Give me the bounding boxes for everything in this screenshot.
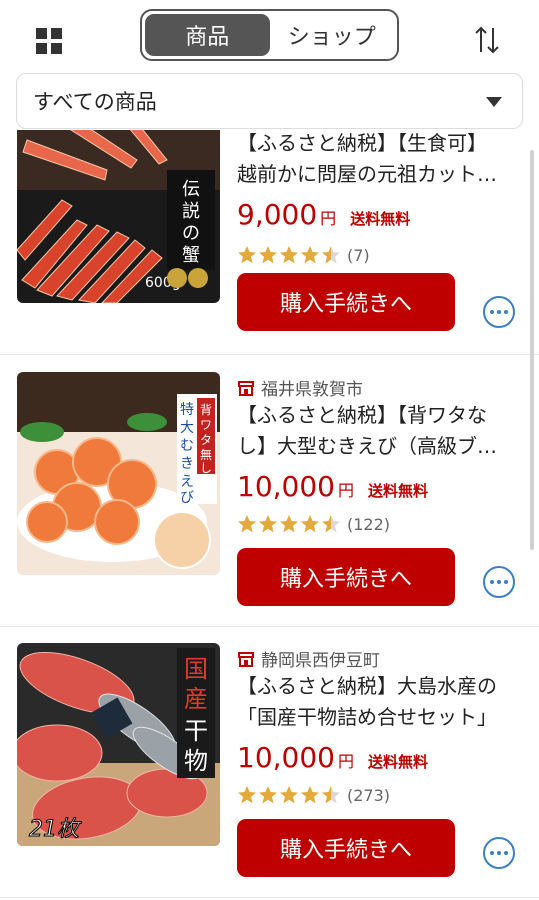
svg-text:蟹: 蟹 [182,245,200,266]
segment-control: 商品 ショップ [140,9,399,61]
product-title[interactable]: 【ふるさと納税】大島水産の 「国産干物詰め合せセット」 [237,671,521,733]
review-count[interactable]: (7) [347,246,370,265]
svg-text:ワ: ワ [200,418,212,432]
product-list: 伝 説 の 蟹 600g 【ふるさと納税】【生食可】 越前かに問屋の元祖カット…… [0,130,539,900]
checkout-button[interactable]: 購入手続きへ [237,819,455,877]
free-shipping-label: 送料無料 [350,210,411,228]
municipality-name: 福井県敦賀市 [261,380,363,400]
category-select[interactable]: すべての商品 [16,73,523,129]
rating-row: (122) [237,514,390,534]
checkout-button[interactable]: 購入手続きへ [237,273,455,331]
scrollbar[interactable] [530,150,534,550]
currency: 円 [337,481,354,500]
svg-text:大: 大 [180,420,194,436]
price: 10,000 [237,470,335,503]
list-item[interactable]: 背 ワ タ 無 し 特 大 む き え び 福井県敦賀市 【ふるさと納税】【背ワ [0,355,539,627]
tab-shops[interactable]: ショップ [270,14,395,56]
tab-products[interactable]: 商品 [145,14,270,56]
price-row: 10,000 円 送料無料 [237,470,428,503]
municipality-label[interactable]: 福井県敦賀市 [237,375,363,400]
price: 9,000 [237,198,318,231]
svg-text:し: し [200,461,212,475]
svg-text:干: 干 [184,717,208,745]
svg-text:説: 説 [182,201,200,222]
svg-text:の: の [182,223,200,244]
svg-text:特: 特 [180,402,194,418]
product-title[interactable]: 【ふるさと納税】【生食可】 越前かに問屋の元祖カット… [237,130,521,190]
category-select-value: すべての商品 [33,90,157,114]
product-image-shrimp[interactable]: 背 ワ タ 無 し 特 大 む き え び [17,372,220,575]
top-bar: 商品 ショップ [0,0,539,68]
rating-row: (273) [237,785,390,805]
chevron-down-icon [486,97,502,107]
star-rating [237,245,341,265]
free-shipping-label: 送料無料 [368,753,429,771]
svg-text:21枚: 21枚 [29,817,82,842]
rating-row: (7) [237,245,370,265]
star-rating [237,514,341,534]
sort-icon[interactable] [472,24,502,56]
free-shipping-label: 送料無料 [368,482,429,500]
svg-text:え: え [180,474,194,490]
svg-text:タ: タ [200,433,212,447]
product-title-line1: 【ふるさと納税】【生食可】 [237,131,487,155]
svg-text:び: び [180,490,194,506]
svg-text:産: 産 [184,685,208,713]
list-item[interactable]: 国 産 干 物 21枚 静岡県西伊豆町 【ふるさと納税】大島水産の 「国産干物詰… [0,626,539,898]
price: 10,000 [237,741,335,774]
svg-text:国: 国 [184,655,208,683]
product-image-dried-fish[interactable]: 国 産 干 物 21枚 [17,643,220,846]
svg-text:物: 物 [184,747,208,775]
grid-icon[interactable] [36,28,62,54]
currency: 円 [320,209,337,228]
list-item[interactable]: 伝 説 の 蟹 600g 【ふるさと納税】【生食可】 越前かに問屋の元祖カット…… [0,130,539,355]
review-count[interactable]: (122) [347,515,390,534]
product-title-line2: 越前かに問屋の元祖カット… [237,162,497,186]
svg-text:無: 無 [200,447,212,462]
product-title-line1: 【ふるさと納税】【背ワタな [237,403,487,427]
more-options-icon[interactable] [483,296,515,328]
svg-text:き: き [180,456,194,472]
checkout-button[interactable]: 購入手続きへ [237,548,455,606]
municipality-label[interactable]: 静岡県西伊豆町 [237,646,380,671]
svg-text:背: 背 [200,403,212,417]
more-options-icon[interactable] [483,837,515,869]
shop-icon [238,651,254,667]
svg-text:伝: 伝 [182,179,200,200]
municipality-name: 静岡県西伊豆町 [261,651,380,671]
product-title-line2: し】大型むきえび（高級ブ… [237,434,497,458]
currency: 円 [337,752,354,771]
more-options-icon[interactable] [483,566,515,598]
product-title-line2: 「国産干物詰め合せセット」 [237,705,497,729]
price-row: 9,000 円 送料無料 [237,198,410,231]
svg-text:む: む [180,438,194,454]
product-image-crab[interactable]: 伝 説 の 蟹 600g [17,130,220,303]
star-rating [237,785,341,805]
review-count[interactable]: (273) [347,786,390,805]
price-row: 10,000 円 送料無料 [237,741,428,774]
product-title-line1: 【ふるさと納税】大島水産の [237,674,497,698]
shop-icon [238,380,254,396]
product-title[interactable]: 【ふるさと納税】【背ワタな し】大型むきえび（高級ブ… [237,400,521,462]
